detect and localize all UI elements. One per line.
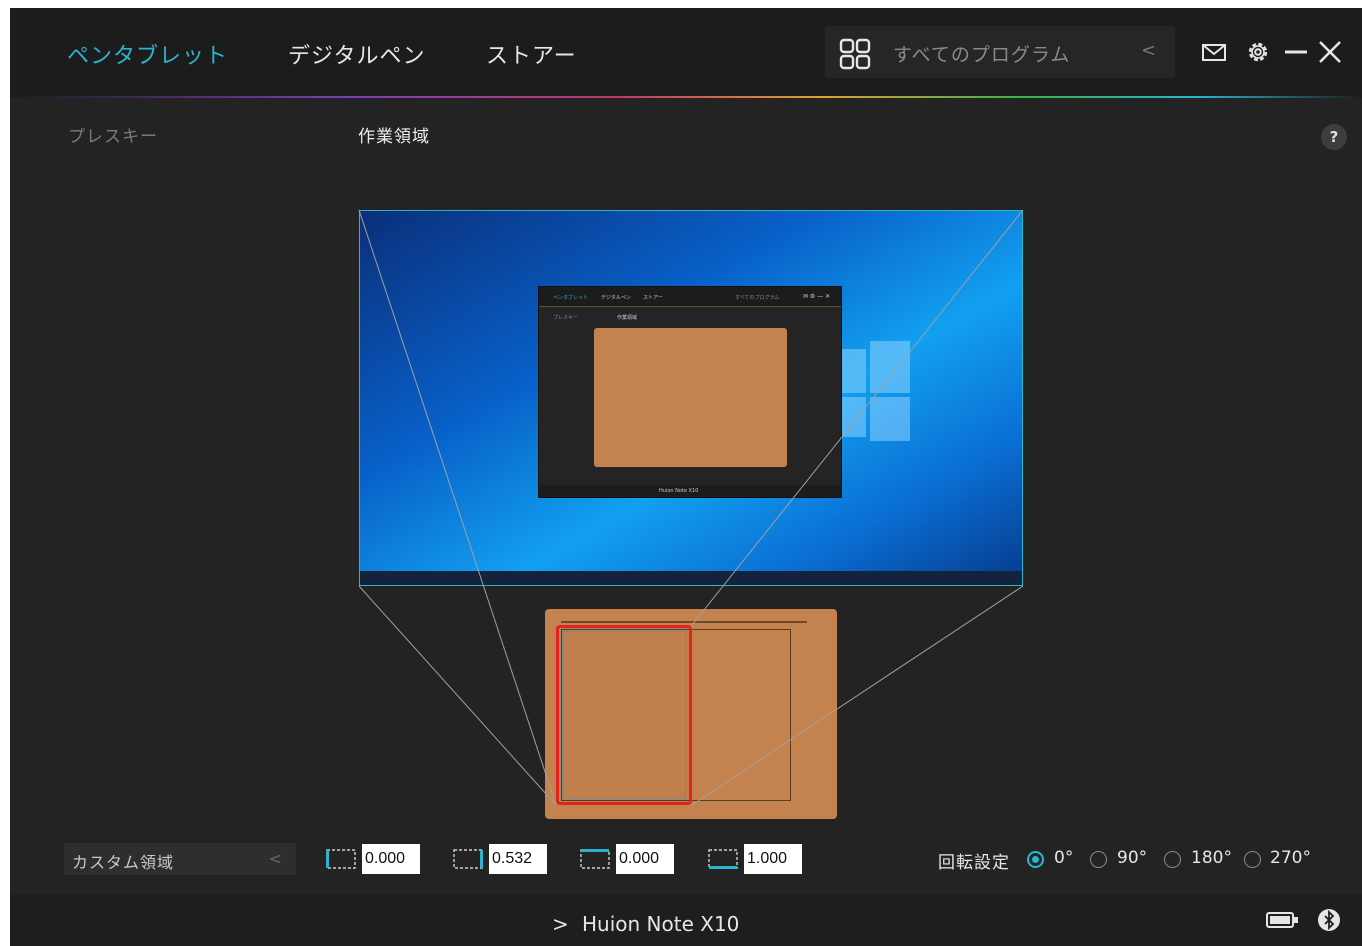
header: ペンタブレット デジタルペン ストアー すべてのプログラム <	[10, 8, 1362, 96]
device-name[interactable]: Huion Note X10	[582, 912, 739, 936]
right-edge-icon	[453, 849, 483, 869]
header-divider	[10, 96, 1362, 98]
subtab-work-area[interactable]: 作業領域	[358, 122, 430, 147]
rotation-label-0[interactable]: 0°	[1054, 848, 1073, 868]
rotation-label-270[interactable]: 270°	[1270, 848, 1311, 868]
close-icon[interactable]	[1316, 38, 1344, 66]
program-selector-label: すべてのプログラム	[893, 44, 1071, 66]
mini-tab: ストアー	[643, 295, 663, 301]
mini-tab: ペンタブレット	[553, 295, 589, 301]
tab-pen-tablet[interactable]: ペンタブレット	[67, 38, 228, 70]
monitor-preview: ペンタブレット デジタルペン ストアー すべてのプログラム ✉ ⚙ — ✕ プレ…	[359, 210, 1023, 586]
tab-digital-pen[interactable]: デジタルペン	[288, 38, 426, 70]
rotation-radio-180[interactable]	[1164, 851, 1181, 868]
chevron-right-icon[interactable]: >	[552, 912, 569, 936]
bottom-value-input[interactable]	[744, 844, 802, 874]
footer: > Huion Note X10	[10, 894, 1362, 946]
left-edge-icon	[326, 849, 356, 869]
help-button[interactable]: ?	[1321, 124, 1347, 150]
windows-logo	[830, 341, 910, 441]
top-value-input[interactable]	[616, 844, 674, 874]
right-value-input[interactable]	[489, 844, 547, 874]
top-edge-icon	[580, 849, 610, 869]
mini-header: ペンタブレット デジタルペン ストアー すべてのプログラム ✉ ⚙ — ✕	[539, 287, 841, 307]
battery-icon	[1266, 912, 1298, 928]
chevron-left-icon[interactable]: <	[1141, 40, 1156, 61]
subtab-press-keys[interactable]: プレスキー	[68, 122, 158, 147]
tablet-strip	[561, 621, 807, 623]
minimize-icon[interactable]	[1282, 38, 1310, 66]
area-mode-value: カスタム領域	[72, 853, 175, 872]
left-value-input[interactable]	[362, 844, 420, 874]
mail-icon[interactable]	[1200, 38, 1228, 66]
mini-program: すべてのプログラム	[735, 295, 780, 301]
tab-store[interactable]: ストアー	[486, 38, 577, 70]
mini-subtab: プレスキー	[553, 315, 579, 321]
rotation-radio-270[interactable]	[1244, 851, 1261, 868]
app-window: ペンタブレット デジタルペン ストアー すべてのプログラム < プレスキー 作業…	[10, 8, 1362, 946]
bluetooth-icon	[1318, 909, 1340, 931]
mini-device-name: Huion Note X10	[659, 488, 699, 494]
work-area-selection[interactable]	[556, 625, 692, 805]
mini-subtab: 作業領域	[617, 315, 638, 321]
mini-tab: デジタルペン	[601, 295, 631, 301]
rotation-label: 回転設定	[938, 853, 1010, 873]
program-selector[interactable]: すべてのプログラム <	[825, 26, 1175, 78]
gear-icon[interactable]	[1244, 38, 1272, 66]
mini-window-icons: ✉ ⚙ — ✕	[803, 293, 831, 300]
area-mode-select[interactable]: カスタム領域 <	[64, 843, 296, 875]
rotation-radio-90[interactable]	[1090, 851, 1107, 868]
mini-app-window: ペンタブレット デジタルペン ストアー すべてのプログラム ✉ ⚙ — ✕ プレ…	[538, 286, 842, 498]
rotation-label-180[interactable]: 180°	[1191, 848, 1232, 868]
chevron-left-icon: <	[268, 849, 282, 868]
mini-tablet	[594, 328, 787, 467]
grid-icon	[839, 38, 871, 70]
rotation-radio-0[interactable]	[1027, 851, 1044, 868]
rotation-label-90[interactable]: 90°	[1117, 848, 1147, 868]
bottom-edge-icon	[708, 849, 738, 869]
mini-footer: Huion Note X10	[539, 485, 841, 497]
taskbar	[360, 571, 1022, 585]
